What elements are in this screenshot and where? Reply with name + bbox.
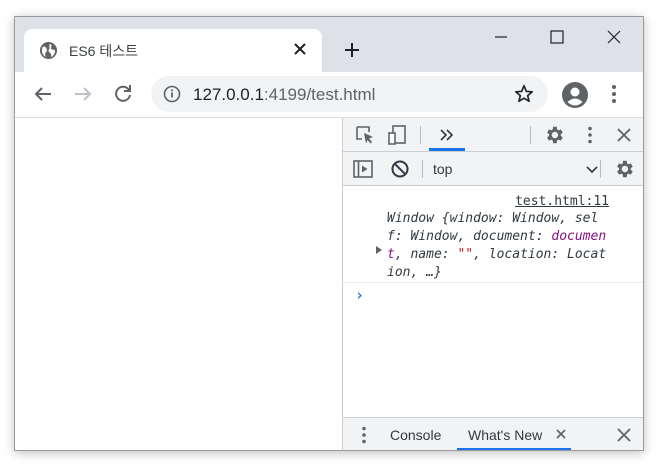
drawer-tab-console[interactable]: Console [390,427,441,443]
close-devtools-icon[interactable] [613,124,635,146]
address-bar[interactable]: 127.0.0.1:4199/test.html [151,76,548,112]
close-whats-new-icon[interactable] [550,423,572,445]
console-output: test.html:11 Window {window: Window, sel… [343,186,643,416]
page-content [15,118,342,450]
inspect-element-icon[interactable] [354,124,376,146]
close-tab-icon[interactable] [290,39,310,59]
console-divider [343,282,643,283]
browser-toolbar: 127.0.0.1:4199/test.html [15,72,643,118]
log-text-2: , name: [394,247,458,262]
close-window-icon[interactable] [600,25,628,49]
profile-avatar-icon[interactable] [561,81,589,109]
log-text-string: "" [457,247,474,262]
url-port: :4199 [263,85,307,104]
show-sidebar-icon[interactable] [352,158,374,180]
more-tabs-icon[interactable] [436,124,458,146]
back-icon[interactable] [31,82,55,106]
forward-icon[interactable] [71,82,95,106]
console-prompt-icon[interactable]: › [355,286,364,304]
separator [600,160,601,178]
tab-title: ES6 테스트 [69,43,138,59]
new-tab-icon[interactable] [342,40,362,60]
console-log-message[interactable]: Window {window: Window, self: Window, do… [387,210,613,282]
console-toolbar: top [343,152,643,186]
expand-caret-icon[interactable] [376,246,382,254]
separator [422,160,423,178]
close-drawer-icon[interactable] [613,424,635,446]
drawer-tab-whats-new[interactable]: What's New [468,427,542,443]
clear-console-icon[interactable] [389,158,411,180]
devtools-drawer-bar: Console What's New [343,417,643,450]
info-icon[interactable] [163,85,181,103]
source-link[interactable]: test.html:11 [515,194,609,209]
drawer-menu-icon[interactable] [353,424,375,446]
active-tab-indicator [429,148,465,151]
active-drawer-tab-indicator [457,448,571,450]
url-path: /test.html [306,85,376,104]
settings-gear-icon[interactable] [543,124,565,146]
globe-icon [39,41,58,60]
devtools-panel: top test.html:11 Window {window: Window,… [342,118,643,450]
browser-window: ES6 테스트 127.0.0.1:4199/test.html top tes… [14,16,644,451]
url-text[interactable]: 127.0.0.1:4199/test.html [193,85,375,105]
maximize-icon[interactable] [543,25,571,49]
browser-menu-icon[interactable] [607,82,621,106]
reload-icon[interactable] [111,82,135,106]
devtools-toolbar [343,118,643,152]
browser-tab[interactable]: ES6 테스트 [24,29,322,72]
separator [530,126,531,144]
context-selector[interactable]: top [433,161,452,177]
devtools-menu-icon[interactable] [579,124,601,146]
separator [420,126,421,144]
url-host: 127.0.0.1 [193,85,264,104]
device-toolbar-icon[interactable] [387,124,409,146]
minimize-icon[interactable] [487,25,515,49]
console-settings-icon[interactable] [613,158,635,180]
title-bar: ES6 테스트 [15,17,643,72]
bookmark-star-icon[interactable] [513,83,535,105]
